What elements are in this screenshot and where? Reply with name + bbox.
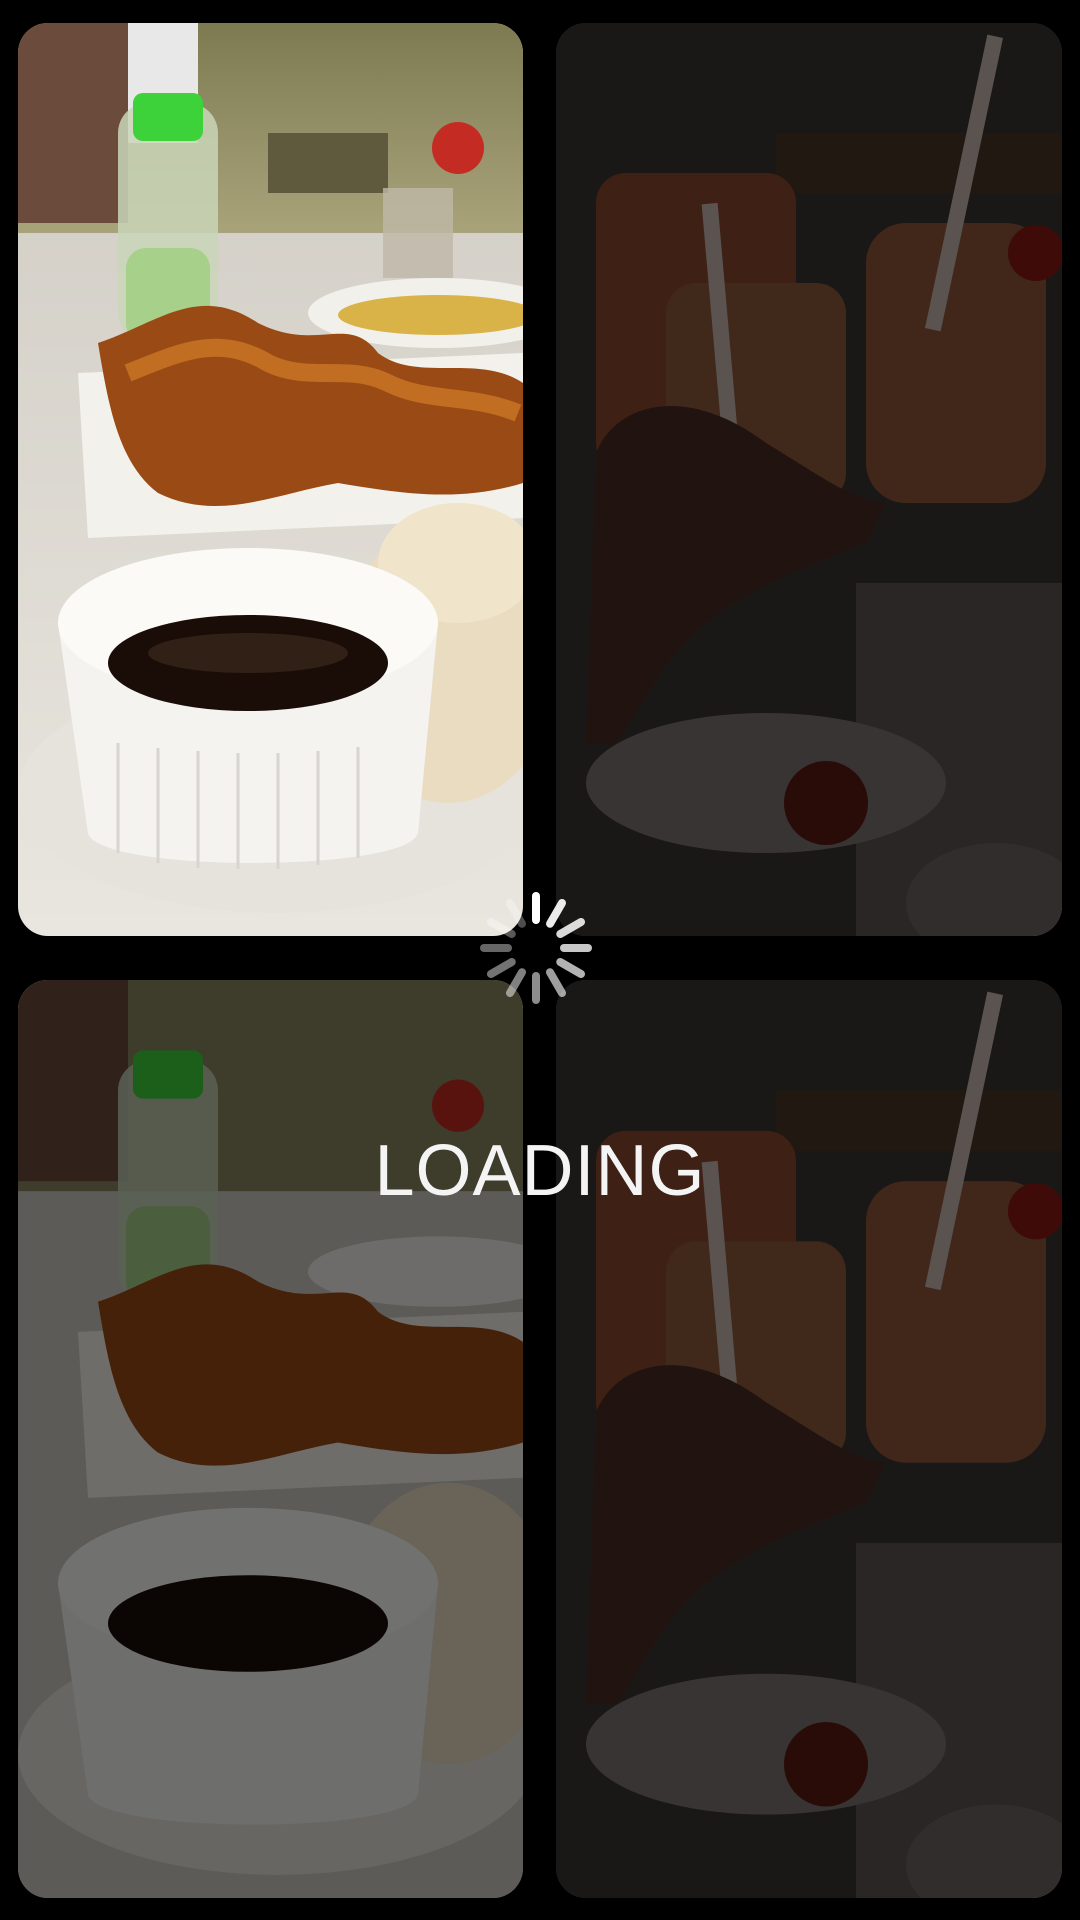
photo-tile-bottom-left[interactable] <box>18 980 523 1898</box>
photo-tile-bottom-right[interactable] <box>556 980 1062 1898</box>
loading-label: LOADING <box>374 1131 706 1211</box>
loading-spinner-icon <box>472 884 600 1012</box>
food-photo <box>18 980 523 1898</box>
photo-tile-top-right[interactable] <box>556 23 1062 936</box>
drinks-photo <box>556 23 1062 936</box>
food-photo <box>18 23 523 936</box>
photo-tile-top-left[interactable] <box>18 23 523 936</box>
drinks-photo <box>556 980 1062 1898</box>
